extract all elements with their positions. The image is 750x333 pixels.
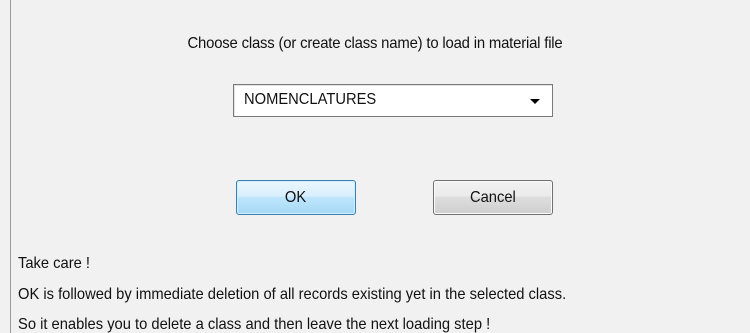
warning-text-leave-step: So it enables you to delete a class and … <box>18 316 491 333</box>
ok-button[interactable]: OK <box>236 180 356 215</box>
cancel-button[interactable]: Cancel <box>433 180 553 215</box>
warning-title: Take care ! <box>18 255 91 272</box>
chevron-down-icon[interactable] <box>530 99 540 104</box>
dialog-prompt: Choose class (or create class name) to l… <box>187 35 563 52</box>
cancel-button-label: Cancel <box>470 189 516 206</box>
load-class-dialog: Choose class (or create class name) to l… <box>0 0 750 333</box>
dialog-left-border <box>10 0 11 333</box>
class-select-value: NOMENCLATURES <box>244 91 377 108</box>
class-select-dropdown[interactable]: NOMENCLATURES <box>233 84 553 117</box>
ok-button-label: OK <box>285 189 307 206</box>
warning-text-deletion: OK is followed by immediate deletion of … <box>18 286 567 303</box>
